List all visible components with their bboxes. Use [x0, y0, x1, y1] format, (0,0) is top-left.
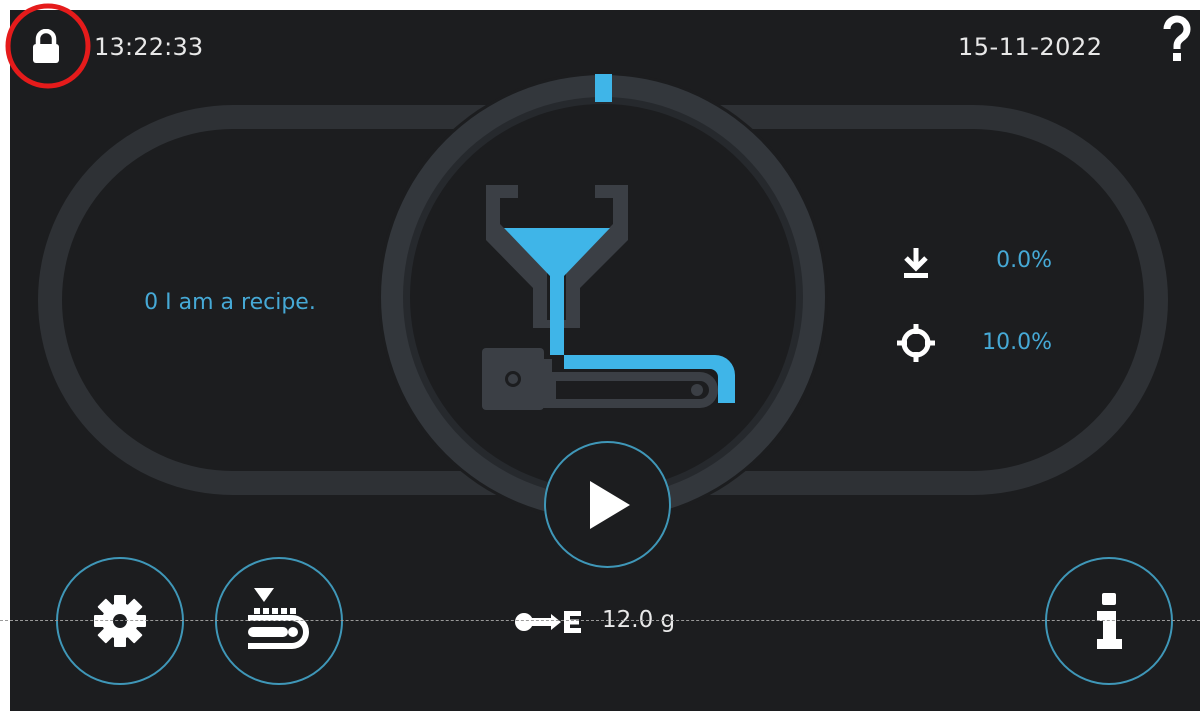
shot-weight-value: 12.0 g [602, 607, 676, 633]
recipe-name[interactable]: 0 I am a recipe. [100, 290, 360, 315]
settings-button[interactable] [56, 557, 184, 685]
download-arrow-icon [894, 240, 938, 284]
highlight-circle [5, 3, 91, 89]
question-mark-icon [1163, 15, 1191, 61]
info-button[interactable] [1045, 557, 1173, 685]
target-percentage: 10.0% [982, 330, 1052, 355]
dosing-conveyor-icon [248, 588, 309, 649]
progress-indicator [595, 74, 612, 102]
play-icon [589, 480, 630, 529]
gear-icon [94, 595, 146, 647]
shot-weight-icon [515, 611, 581, 633]
clock-time: 13:22:33 [94, 33, 204, 61]
crosshair-target-icon [894, 321, 938, 365]
current-date: 15-11-2022 [958, 33, 1103, 61]
help-button[interactable] [1157, 10, 1197, 68]
dosing-button[interactable] [215, 557, 343, 685]
center-disc [410, 104, 796, 490]
main-panel-graphics [38, 72, 1168, 522]
machine-screen: 13:22:33 15-11-2022 0 I am a recipe. 0.0… [10, 10, 1200, 711]
play-button[interactable] [544, 441, 671, 568]
info-icon [1097, 593, 1122, 649]
dosed-percentage: 0.0% [996, 248, 1052, 273]
